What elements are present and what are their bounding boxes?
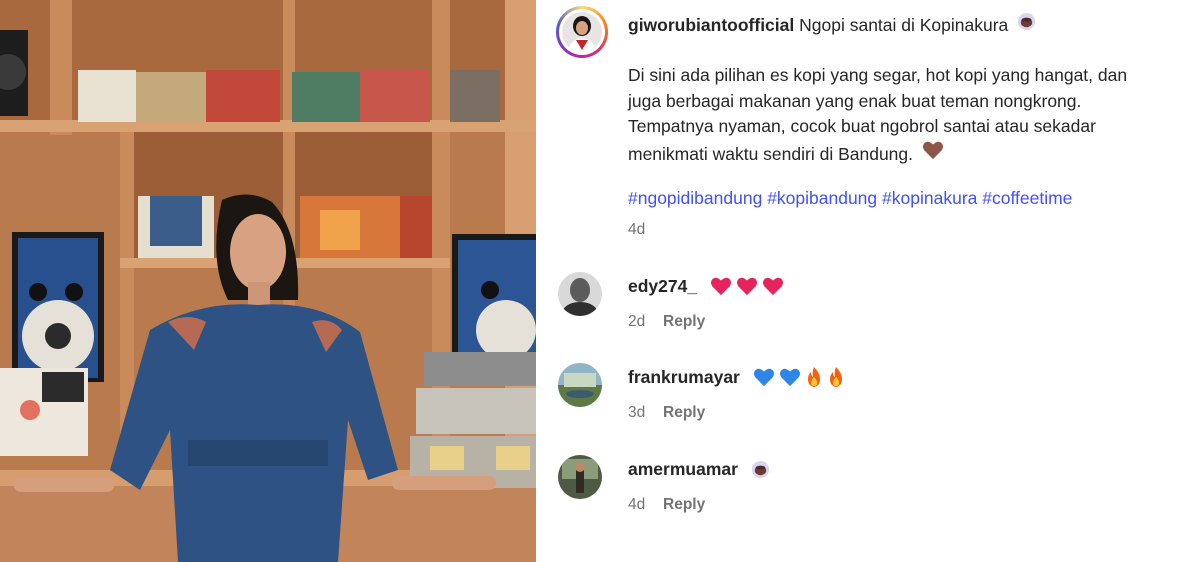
hashtag-link[interactable]: #coffeetime: [982, 188, 1072, 208]
author-avatar[interactable]: [556, 6, 608, 58]
coffee-cup-icon: [1017, 12, 1036, 31]
caption-line: Tempatnya nyaman, cocok buat ngobrol san…: [628, 116, 1096, 136]
commenter-avatar[interactable]: [558, 363, 602, 407]
red-heart-icon: [762, 276, 784, 296]
comment-username[interactable]: amermuamar: [628, 457, 738, 481]
blue-heart-icon: [753, 367, 775, 387]
comment-row: edy274_: [628, 274, 784, 298]
caption-line: Di sini ada pilihan es kopi yang segar, …: [628, 65, 1128, 85]
reply-button[interactable]: Reply: [663, 313, 705, 331]
caption-header: giworubiantoofficial Ngopi santai di Kop…: [628, 12, 1036, 37]
caption-line: menikmati waktu sendiri di Bandung.: [628, 140, 1184, 168]
hashtag-list: #ngopidibandung #kopibandung #kopinakura…: [628, 186, 1072, 210]
comment-timestamp[interactable]: 4d: [628, 496, 645, 514]
author-username[interactable]: giworubiantoofficial: [628, 15, 794, 35]
comments-panel: giworubiantoofficial Ngopi santai di Kop…: [536, 0, 1186, 562]
hashtag-link[interactable]: #kopibandung: [767, 188, 877, 208]
red-heart-icon: [736, 276, 758, 296]
fire-icon: [805, 366, 823, 388]
comment-row: amermuamar: [628, 457, 770, 481]
caption-line: juga berbagai makanan yang enak buat tem…: [628, 90, 1082, 111]
caption-line-text: menikmati waktu sendiri di Bandung.: [628, 143, 914, 164]
comment-username[interactable]: frankrumayar: [628, 365, 740, 389]
commenter-avatar[interactable]: [558, 455, 602, 499]
comment-username[interactable]: edy274_: [628, 274, 697, 298]
caption-title: Ngopi santai di Kopinakura: [799, 15, 1009, 35]
post-photo: [0, 0, 536, 562]
author-avatar-image: [562, 12, 602, 52]
coffee-cup-icon: [751, 460, 770, 479]
fire-icon: [827, 366, 845, 388]
commenter-avatar[interactable]: [558, 272, 602, 316]
reply-button[interactable]: Reply: [663, 404, 705, 422]
comment-timestamp[interactable]: 3d: [628, 404, 645, 422]
caption-body: Di sini ada pilihan es kopi yang segar, …: [628, 63, 1184, 167]
reply-button[interactable]: Reply: [663, 496, 705, 514]
comment-row: frankrumayar: [628, 365, 845, 389]
hashtag-link[interactable]: #kopinakura: [882, 188, 977, 208]
blue-heart-icon: [779, 367, 801, 387]
hashtag-link[interactable]: #ngopidibandung: [628, 188, 762, 208]
comment-timestamp[interactable]: 2d: [628, 313, 645, 331]
brown-heart-icon: [922, 140, 944, 160]
red-heart-icon: [710, 276, 732, 296]
post-timestamp[interactable]: 4d: [628, 221, 645, 239]
